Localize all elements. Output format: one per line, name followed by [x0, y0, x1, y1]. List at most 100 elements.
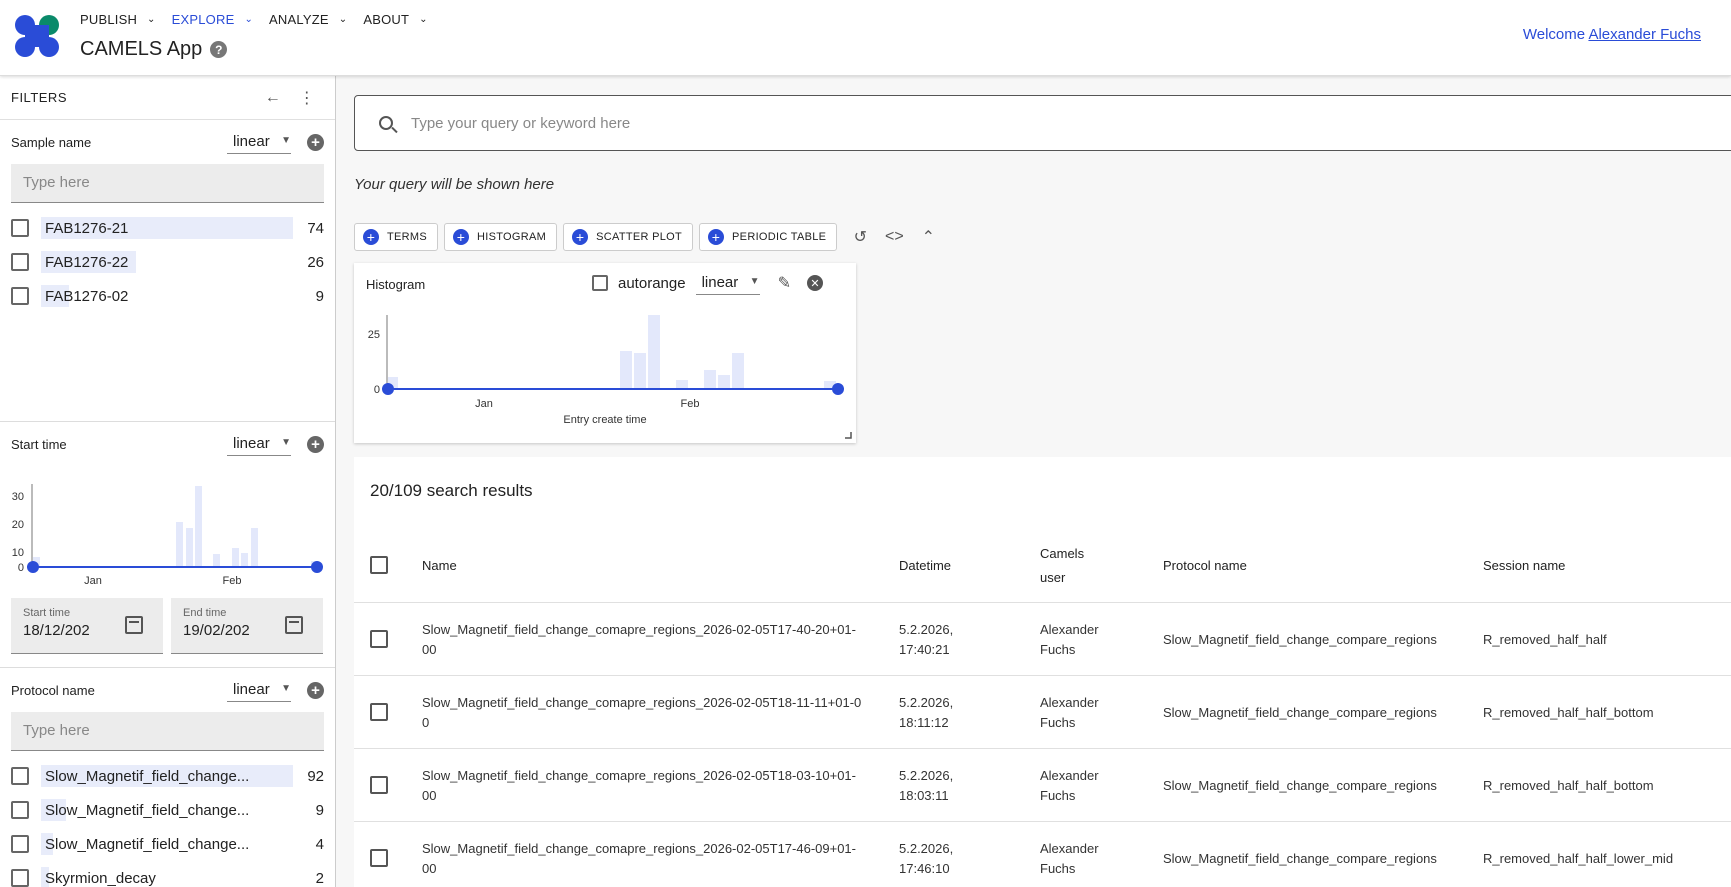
nav-analyze[interactable]: ANALYZE ⌄: [269, 12, 347, 27]
range-handle-start[interactable]: [382, 383, 394, 395]
x-tick: Feb: [223, 575, 242, 587]
periodic-table-label: PERIODIC TABLE: [732, 231, 827, 243]
nav-publish-label: PUBLISH: [80, 12, 138, 27]
option-count: 9: [315, 801, 324, 819]
sample-option[interactable]: FAB1276-21 74: [0, 211, 335, 245]
range-handle-end[interactable]: [311, 561, 323, 573]
caret-down-icon: ▼: [281, 683, 291, 694]
cell-session: R_removed_half_half_lower_mid: [1483, 850, 1674, 866]
query-hint: Your query will be shown here: [354, 176, 555, 193]
add-icon: +: [453, 229, 469, 245]
option-label: Slow_Magnetif_field_change...: [45, 767, 250, 785]
nav-explore[interactable]: EXPLORE ⌄: [172, 12, 253, 27]
welcome-prefix: Welcome: [1522, 26, 1586, 43]
column-name[interactable]: Name: [422, 529, 457, 603]
help-icon[interactable]: ?: [210, 41, 228, 58]
cell-protocol: Slow_Magnetif_field_change_compare_regio…: [1163, 704, 1437, 720]
protocol-name-input[interactable]: Type here: [11, 712, 324, 751]
option-checkbox[interactable]: [11, 767, 29, 785]
results-table-header: Name Datetime Camels user Protocol name …: [354, 529, 1731, 603]
protocol-option[interactable]: Slow_Magnetif_field_change... 4: [0, 827, 335, 861]
histogram-label: HISTOGRAM: [477, 231, 547, 243]
sample-name-scale-select[interactable]: linear ▼: [227, 130, 291, 154]
hist-bar: [241, 553, 248, 567]
nav-about[interactable]: ABOUT ⌄: [363, 12, 427, 27]
option-count: 4: [315, 835, 324, 853]
add-circle-icon[interactable]: +: [307, 435, 324, 453]
search-icon: [379, 116, 393, 130]
option-checkbox[interactable]: [11, 869, 29, 887]
start-date-field[interactable]: Start time 18/12/202: [11, 598, 163, 654]
protocol-option[interactable]: Slow_Magnetif_field_change... 92: [0, 759, 335, 793]
hist-bar: [704, 370, 716, 389]
row-checkbox[interactable]: [370, 703, 388, 721]
welcome-message: Welcome Alexander Fuchs: [1523, 26, 1701, 43]
histogram-chart: 25 0 Jan Feb Entry create time: [368, 315, 852, 439]
chevron-down-icon: ⌄: [244, 14, 254, 25]
calendar-icon[interactable]: [285, 616, 303, 634]
column-protocol-name[interactable]: Protocol name: [1163, 529, 1247, 603]
row-checkbox[interactable]: [370, 849, 388, 867]
add-circle-icon[interactable]: +: [307, 681, 324, 699]
range-handle-end[interactable]: [832, 383, 844, 395]
protocol-option[interactable]: Skyrmion_decay 2: [0, 861, 335, 887]
table-row[interactable]: Slow_Magnetif_field_change_comapre_regio…: [354, 676, 1731, 749]
nav-publish[interactable]: PUBLISH ⌄: [80, 12, 156, 27]
sample-option[interactable]: FAB1276-22 26: [0, 245, 335, 279]
app-logo[interactable]: [14, 14, 60, 58]
table-row[interactable]: Slow_Magnetif_field_change_comapre_regio…: [354, 822, 1731, 887]
x-tick: Jan: [475, 398, 493, 410]
option-checkbox[interactable]: [11, 253, 29, 271]
add-histogram-button[interactable]: + HISTOGRAM: [444, 223, 558, 251]
protocol-option[interactable]: Slow_Magnetif_field_change... 9: [0, 793, 335, 827]
range-handle-start[interactable]: [27, 561, 39, 573]
option-checkbox[interactable]: [11, 287, 29, 305]
option-checkbox[interactable]: [11, 801, 29, 819]
start-time-scale-select[interactable]: linear ▼: [227, 432, 291, 456]
filters-title: FILTERS: [11, 90, 67, 105]
code-icon[interactable]: <>: [877, 228, 911, 246]
select-all-checkbox[interactable]: [370, 556, 388, 574]
user-profile-link[interactable]: Alexander Fuchs: [1588, 26, 1701, 43]
caret-down-icon: ▼: [281, 135, 291, 146]
add-circle-icon[interactable]: +: [307, 133, 324, 151]
chevron-down-icon: ⌄: [419, 14, 428, 25]
arrow-left-icon[interactable]: ←: [256, 89, 290, 107]
search-input[interactable]: Type your query or keyword here: [411, 115, 630, 132]
resize-handle-icon[interactable]: [845, 432, 852, 439]
protocol-scale-select[interactable]: linear ▼: [227, 678, 291, 702]
add-terms-button[interactable]: + TERMS: [354, 223, 438, 251]
chevron-up-icon[interactable]: ⌃: [911, 227, 945, 247]
option-label: FAB1276-02: [45, 287, 129, 305]
add-scatter-plot-button[interactable]: + SCATTER PLOT: [563, 223, 694, 251]
sample-name-scale-value: linear: [233, 133, 270, 150]
table-row[interactable]: Slow_Magnetif_field_change_comapre_regio…: [354, 749, 1731, 822]
hist-bar: [232, 548, 239, 567]
app-title: CAMELS App ?: [80, 38, 228, 61]
sample-option[interactable]: FAB1276-02 9: [0, 279, 335, 313]
nav-explore-label: EXPLORE: [171, 12, 235, 27]
more-vertical-icon[interactable]: ⋮: [290, 88, 324, 108]
start-time-label: Start time: [11, 436, 67, 452]
table-row[interactable]: Slow_Magnetif_field_change_comapre_regio…: [354, 603, 1731, 676]
sample-name-input[interactable]: Type here: [11, 164, 324, 203]
row-checkbox[interactable]: [370, 776, 388, 794]
cell-name: Slow_Magnetif_field_change_comapre_regio…: [422, 840, 856, 876]
option-checkbox[interactable]: [11, 219, 29, 237]
search-bar[interactable]: Type your query or keyword here: [354, 95, 1731, 151]
column-session-name[interactable]: Session name: [1483, 529, 1565, 603]
cell-protocol: Slow_Magnetif_field_change_compare_regio…: [1163, 850, 1437, 866]
column-datetime[interactable]: Datetime: [899, 529, 951, 603]
calendar-icon[interactable]: [125, 616, 143, 634]
reset-icon[interactable]: ↺: [843, 227, 877, 247]
hist-bar: [176, 522, 183, 567]
column-camels-user[interactable]: Camels user: [1040, 529, 1100, 603]
cell-datetime: 5.2.2026, 17:40:21: [899, 621, 954, 657]
row-checkbox[interactable]: [370, 630, 388, 648]
histogram-widget: Histogram autorange linear ▼ ✎ ✕ 25 0 Ja…: [354, 263, 856, 443]
option-checkbox[interactable]: [11, 835, 29, 853]
option-label: Slow_Magnetif_field_change...: [45, 835, 250, 853]
add-periodic-table-button[interactable]: + PERIODIC TABLE: [699, 223, 838, 251]
end-date-field[interactable]: End time 19/02/202: [171, 598, 323, 654]
option-count: 26: [307, 253, 324, 271]
